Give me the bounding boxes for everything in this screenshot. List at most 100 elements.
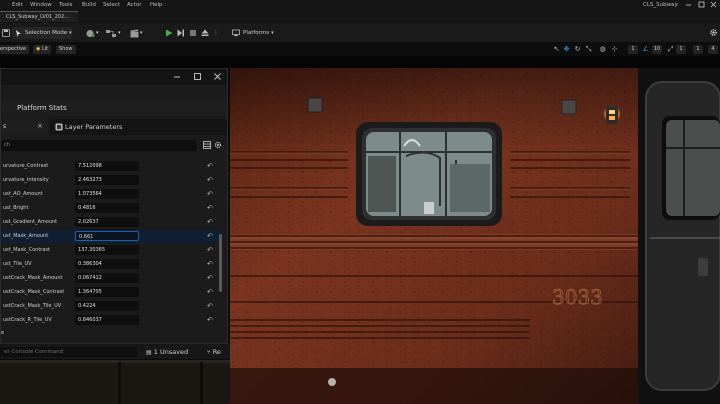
scale-snap-icon[interactable]: ⤢: [666, 45, 675, 54]
property-row[interactable]: ust_Bright 0.4816 ↶: [1, 202, 219, 215]
property-row[interactable]: urvature_Intensity 2.463273 ↶: [1, 174, 219, 187]
property-row[interactable]: ustCrack_Mask_Tile_UV 0.4224 ↶: [1, 300, 219, 313]
rotation-snap-value[interactable]: 10: [652, 45, 662, 54]
property-value-field[interactable]: 2.463273: [75, 175, 139, 185]
reset-arrow-icon[interactable]: ↶: [207, 204, 213, 212]
reset-arrow-icon[interactable]: ↶: [207, 288, 213, 296]
level-viewport[interactable]: 3033: [230, 68, 720, 404]
property-row[interactable]: ust_Gradient_Amount 2.02637 ↶: [1, 216, 219, 229]
tab-layer-parameters[interactable]: Layer Parameters: [53, 119, 163, 135]
world-space-icon[interactable]: ◍: [598, 45, 607, 54]
menu-help[interactable]: Help: [150, 2, 163, 8]
menu-edit[interactable]: Edit: [12, 2, 23, 8]
transform-cursor-icon[interactable]: ↖: [552, 45, 561, 54]
reset-arrow-icon[interactable]: ↶: [207, 218, 213, 226]
scale-icon[interactable]: ⤡: [584, 45, 593, 54]
panel-close-icon[interactable]: [214, 73, 221, 80]
property-row[interactable]: ustCrack_Mask_Contrast 1.364705 ↶: [1, 286, 219, 299]
reset-arrow-icon[interactable]: ↶: [207, 302, 213, 310]
level-tab-label: CLS_Subway_LV01_202...: [6, 14, 69, 20]
reset-arrow-icon[interactable]: ↶: [207, 274, 213, 282]
skip-icon[interactable]: [177, 29, 185, 37]
surface-snap-icon[interactable]: ⊹: [610, 45, 619, 54]
property-label: ustCrack_Mask_Amount: [3, 275, 63, 281]
panel-maximize-icon[interactable]: [194, 73, 201, 80]
reset-arrow-icon[interactable]: ↶: [207, 246, 213, 254]
panel-minimize-icon[interactable]: [174, 74, 180, 80]
property-row[interactable]: urvature_Contrast 7.512098 ↶: [1, 160, 219, 173]
tab-details[interactable]: s ×: [1, 119, 49, 135]
lit-label: Lit: [41, 46, 49, 52]
rotate-icon[interactable]: ↻: [573, 45, 582, 54]
property-value-field[interactable]: 0.067412: [75, 273, 139, 283]
level-tab[interactable]: CLS_Subway_LV01_202...: [0, 11, 78, 22]
unsaved-button[interactable]: ▤ 1 Unsaved: [146, 348, 188, 356]
property-row[interactable]: ustCrack_Mask_Amount 0.067412 ↶: [1, 272, 219, 285]
scale-snap-value[interactable]: 1: [676, 45, 686, 54]
panel-titlebar[interactable]: [1, 69, 227, 85]
level-tab-row: CLS_Subway_LV01_202...: [0, 10, 720, 22]
reset-arrow-icon[interactable]: ↶: [207, 260, 213, 268]
camera-speed-value[interactable]: 1: [693, 45, 703, 54]
property-row[interactable]: ustCrack_R_Tile_UV 0.846037 ↶: [1, 314, 219, 327]
property-value-field[interactable]: 0.846037: [75, 315, 139, 325]
blueprint-button[interactable]: ▾: [106, 27, 121, 39]
eject-icon[interactable]: [201, 29, 209, 37]
property-row[interactable]: ust_Mask_Contrast 137.30365 ↶: [1, 244, 219, 257]
maximize-icon[interactable]: [698, 1, 705, 8]
property-value-field[interactable]: 7.512098: [75, 161, 139, 171]
property-label: ustCrack_R_Tile_UV: [3, 317, 52, 323]
menu-select[interactable]: Select: [103, 2, 120, 8]
chevron-down-icon: ▾: [118, 30, 121, 36]
property-value-field[interactable]: 0.661: [75, 231, 139, 241]
table-view-icon[interactable]: [203, 141, 211, 149]
reset-arrow-icon[interactable]: ↶: [207, 176, 213, 184]
property-value-field[interactable]: 0.386304: [75, 259, 139, 269]
blueprint-icon: [106, 29, 116, 37]
show-button[interactable]: Show: [56, 45, 76, 54]
close-icon[interactable]: [710, 1, 717, 8]
property-row-selected[interactable]: ust_Mask_Amount 0.661 ↶: [1, 230, 219, 243]
stop-icon[interactable]: [189, 29, 197, 37]
property-value-field[interactable]: 1.073564: [75, 189, 139, 199]
property-label: ust_Mask_Contrast: [3, 247, 50, 253]
panel-scrollbar[interactable]: [219, 234, 222, 292]
save-icon[interactable]: [2, 29, 10, 37]
rotation-snap-icon[interactable]: ∠: [641, 45, 650, 54]
settings-gear-icon[interactable]: [214, 141, 222, 149]
minimize-icon[interactable]: [685, 1, 692, 8]
property-label: ustCrack_Mask_Tile_UV: [3, 303, 62, 309]
more-options-icon[interactable]: ⋮: [213, 29, 219, 36]
platforms-dropdown[interactable]: Platforms ▾: [232, 27, 274, 39]
reset-arrow-icon[interactable]: ↶: [207, 232, 213, 240]
cinematics-button[interactable]: ▾: [130, 27, 143, 39]
property-value-field[interactable]: 137.30365: [75, 245, 139, 255]
grid-snap-value[interactable]: 1: [628, 45, 638, 54]
menu-window[interactable]: Window: [30, 2, 52, 8]
settings-gear-icon[interactable]: [709, 28, 718, 37]
reset-arrow-icon[interactable]: ↶: [207, 316, 213, 324]
play-icon[interactable]: [165, 29, 173, 37]
property-value-field[interactable]: 1.364705: [75, 287, 139, 297]
lit-mode-button[interactable]: ◉ Lit: [33, 45, 52, 54]
search-input[interactable]: ch: [1, 140, 197, 151]
property-value-field[interactable]: 0.4224: [75, 301, 139, 311]
console-command-input[interactable]: er Console Command: [0, 347, 137, 357]
property-row[interactable]: ust_AO_Amount 1.073564 ↶: [1, 188, 219, 201]
revision-control-button[interactable]: ⑂ Re: [207, 348, 221, 356]
reset-arrow-icon[interactable]: ↶: [207, 162, 213, 170]
panel-header: Platform Stats: [1, 100, 227, 116]
menu-tools[interactable]: Tools: [59, 2, 73, 8]
menu-build[interactable]: Build: [82, 2, 96, 8]
perspective-button[interactable]: erspective: [0, 45, 30, 54]
reset-arrow-icon[interactable]: ↶: [207, 190, 213, 198]
layout-value[interactable]: 4: [708, 45, 718, 54]
property-row[interactable]: ust_Tile_UV 0.386304 ↶: [1, 258, 219, 271]
translate-icon[interactable]: ✥: [562, 45, 571, 54]
tab-close-icon[interactable]: ×: [37, 122, 43, 130]
property-value-field[interactable]: 2.02637: [75, 217, 139, 227]
selection-mode-dropdown[interactable]: Selection Mode ▾: [12, 27, 72, 39]
add-content-button[interactable]: ▾: [86, 27, 99, 39]
menu-actor[interactable]: Actor: [127, 2, 141, 8]
property-value-field[interactable]: 0.4816: [75, 203, 139, 213]
